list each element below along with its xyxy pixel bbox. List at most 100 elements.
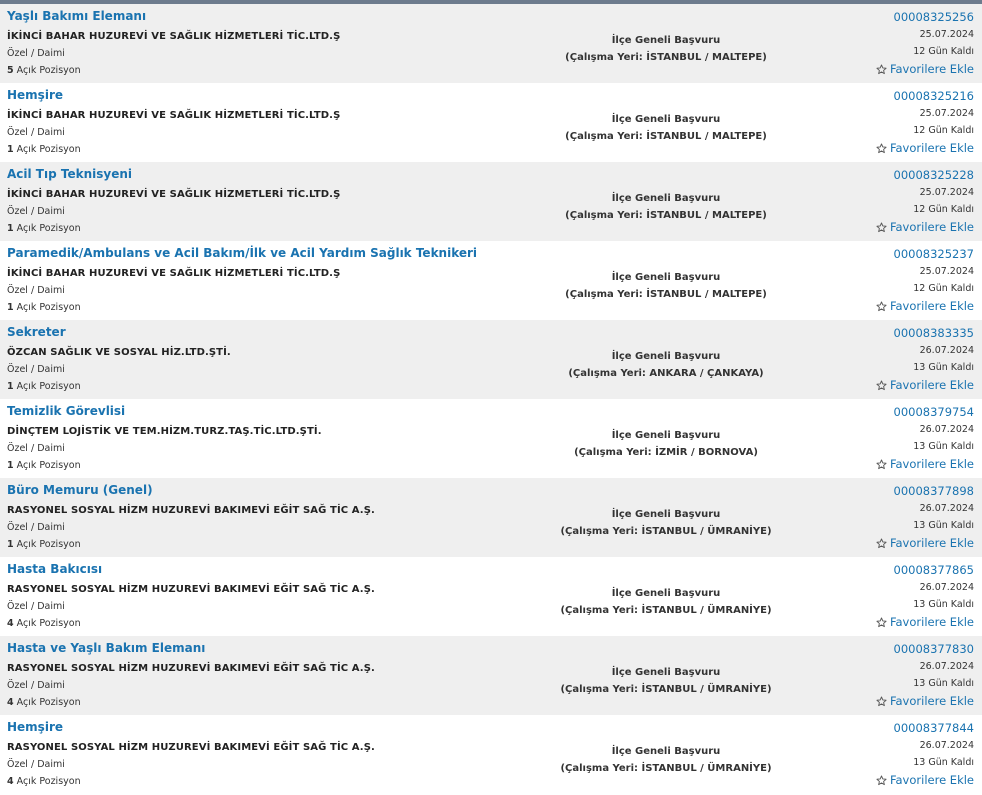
work-location: (Çalışma Yeri: ANKARA / ÇANKAYA) — [568, 368, 764, 379]
job-code-link[interactable]: 00008325256 — [876, 9, 974, 26]
days-left: 12 Gün Kaldı — [913, 125, 974, 136]
open-positions-label: Açık Pozisyon — [16, 618, 81, 629]
star-outline-icon — [876, 538, 887, 549]
job-list: Yaşlı Bakımı Elemanı İKİNCİ BAHAR HUZURE… — [0, 4, 982, 794]
open-positions: 1 Açık Pozisyon — [7, 223, 81, 234]
job-code-link[interactable]: 00008325237 — [876, 246, 974, 263]
job-code-link[interactable]: 00008325228 — [876, 167, 974, 184]
job-code-link[interactable]: 00008377830 — [876, 641, 974, 658]
star-outline-icon — [876, 696, 887, 707]
application-scope: İlçe Geneli Başvuru — [611, 667, 721, 678]
add-to-favorites-button[interactable]: Favorilere Ekle — [876, 693, 974, 710]
days-left: 13 Gün Kaldı — [913, 362, 974, 373]
star-outline-icon — [876, 617, 887, 628]
add-to-favorites-button[interactable]: Favorilere Ekle — [876, 614, 974, 631]
application-info: İlçe Geneli Başvuru (Çalışma Yeri: İSTAN… — [466, 190, 866, 224]
work-location: (Çalışma Yeri: İSTANBUL / ÜMRANİYE) — [560, 763, 772, 774]
open-positions: 1 Açık Pozisyon — [7, 460, 81, 471]
posting-date: 25.07.2024 — [919, 187, 974, 198]
application-scope: İlçe Geneli Başvuru — [611, 114, 721, 125]
job-title-link[interactable]: Hasta ve Yaşlı Bakım Elemanı — [7, 641, 205, 655]
employment-type: Özel / Daimi — [7, 759, 65, 770]
application-scope: İlçe Geneli Başvuru — [611, 430, 721, 441]
company-name: ÖZCAN SAĞLIK VE SOSYAL HİZ.LTD.ŞTİ. — [7, 347, 231, 358]
star-outline-icon — [876, 459, 887, 470]
open-positions: 1 Açık Pozisyon — [7, 381, 81, 392]
application-info: İlçe Geneli Başvuru (Çalışma Yeri: ANKAR… — [466, 348, 866, 382]
open-positions: 1 Açık Pozisyon — [7, 539, 81, 550]
add-to-favorites-button[interactable]: Favorilere Ekle — [876, 140, 974, 157]
add-to-favorites-label: Favorilere Ekle — [889, 773, 974, 787]
job-row: Hasta ve Yaşlı Bakım Elemanı RASYONEL SO… — [0, 636, 982, 715]
days-left: 13 Gün Kaldı — [913, 757, 974, 768]
employment-type: Özel / Daimi — [7, 127, 65, 138]
company-name: İKİNCİ BAHAR HUZUREVİ VE SAĞLIK HİZMETLE… — [7, 31, 341, 42]
application-info: İlçe Geneli Başvuru (Çalışma Yeri: İZMİR… — [466, 427, 866, 461]
job-title-link[interactable]: Büro Memuru (Genel) — [7, 483, 153, 497]
star-outline-icon — [876, 301, 887, 312]
open-positions-count: 1 — [7, 381, 14, 392]
job-title-link[interactable]: Yaşlı Bakımı Elemanı — [7, 9, 146, 23]
add-to-favorites-label: Favorilere Ekle — [889, 220, 974, 234]
employment-type: Özel / Daimi — [7, 364, 65, 375]
job-title-link[interactable]: Paramedik/Ambulans ve Acil Bakım/İlk ve … — [7, 246, 477, 260]
job-row: Büro Memuru (Genel) RASYONEL SOSYAL HİZM… — [0, 478, 982, 557]
application-scope: İlçe Geneli Başvuru — [611, 193, 721, 204]
open-positions-label: Açık Pozisyon — [16, 697, 81, 708]
job-meta: 00008379754 26.07.2024 13 Gün Kaldı Favo… — [876, 404, 974, 474]
add-to-favorites-button[interactable]: Favorilere Ekle — [876, 219, 974, 236]
job-title-link[interactable]: Hemşire — [7, 720, 63, 734]
open-positions-label: Açık Pozisyon — [16, 144, 81, 155]
job-title-link[interactable]: Sekreter — [7, 325, 66, 339]
employment-type: Özel / Daimi — [7, 522, 65, 533]
job-code-link[interactable]: 00008379754 — [876, 404, 974, 421]
company-name: RASYONEL SOSYAL HİZM HUZUREVİ BAKIMEVİ E… — [7, 742, 375, 753]
job-code-link[interactable]: 00008383335 — [876, 325, 974, 342]
job-meta: 00008325256 25.07.2024 12 Gün Kaldı Favo… — [876, 9, 974, 79]
application-scope: İlçe Geneli Başvuru — [611, 272, 721, 283]
add-to-favorites-button[interactable]: Favorilere Ekle — [876, 535, 974, 552]
add-to-favorites-button[interactable]: Favorilere Ekle — [876, 298, 974, 315]
job-title-link[interactable]: Temizlik Görevlisi — [7, 404, 125, 418]
job-code-link[interactable]: 00008377865 — [876, 562, 974, 579]
job-code-link[interactable]: 00008377844 — [876, 720, 974, 737]
open-positions: 5 Açık Pozisyon — [7, 65, 81, 76]
job-title-link[interactable]: Hasta Bakıcısı — [7, 562, 102, 576]
add-to-favorites-button[interactable]: Favorilere Ekle — [876, 61, 974, 78]
job-code-link[interactable]: 00008377898 — [876, 483, 974, 500]
job-meta: 00008325228 25.07.2024 12 Gün Kaldı Favo… — [876, 167, 974, 237]
add-to-favorites-button[interactable]: Favorilere Ekle — [876, 772, 974, 789]
add-to-favorites-label: Favorilere Ekle — [889, 299, 974, 313]
application-info: İlçe Geneli Başvuru (Çalışma Yeri: İSTAN… — [466, 111, 866, 145]
application-info: İlçe Geneli Başvuru (Çalışma Yeri: İSTAN… — [466, 664, 866, 698]
application-scope: İlçe Geneli Başvuru — [611, 351, 721, 362]
add-to-favorites-label: Favorilere Ekle — [889, 62, 974, 76]
job-row: Hasta Bakıcısı RASYONEL SOSYAL HİZM HUZU… — [0, 557, 982, 636]
work-location: (Çalışma Yeri: İZMİR / BORNOVA) — [574, 447, 758, 458]
add-to-favorites-label: Favorilere Ekle — [889, 615, 974, 629]
job-title-link[interactable]: Hemşire — [7, 88, 63, 102]
open-positions-count: 1 — [7, 223, 14, 234]
add-to-favorites-button[interactable]: Favorilere Ekle — [876, 456, 974, 473]
job-row: Yaşlı Bakımı Elemanı İKİNCİ BAHAR HUZURE… — [0, 4, 982, 83]
posting-date: 26.07.2024 — [919, 661, 974, 672]
open-positions-label: Açık Pozisyon — [16, 223, 81, 234]
add-to-favorites-button[interactable]: Favorilere Ekle — [876, 377, 974, 394]
open-positions-label: Açık Pozisyon — [16, 539, 81, 550]
job-code-link[interactable]: 00008325216 — [876, 88, 974, 105]
job-row: Temizlik Görevlisi DİNÇTEM LOJİSTİK VE T… — [0, 399, 982, 478]
days-left: 13 Gün Kaldı — [913, 599, 974, 610]
work-location: (Çalışma Yeri: İSTANBUL / ÜMRANİYE) — [560, 684, 772, 695]
job-title-link[interactable]: Acil Tıp Teknisyeni — [7, 167, 132, 181]
days-left: 12 Gün Kaldı — [913, 204, 974, 215]
application-info: İlçe Geneli Başvuru (Çalışma Yeri: İSTAN… — [466, 585, 866, 619]
open-positions-count: 4 — [7, 618, 14, 629]
add-to-favorites-label: Favorilere Ekle — [889, 378, 974, 392]
open-positions-count: 1 — [7, 302, 14, 313]
days-left: 13 Gün Kaldı — [913, 441, 974, 452]
job-meta: 00008325237 25.07.2024 12 Gün Kaldı Favo… — [876, 246, 974, 316]
employment-type: Özel / Daimi — [7, 443, 65, 454]
employment-type: Özel / Daimi — [7, 680, 65, 691]
application-scope: İlçe Geneli Başvuru — [611, 588, 721, 599]
open-positions: 1 Açık Pozisyon — [7, 302, 81, 313]
